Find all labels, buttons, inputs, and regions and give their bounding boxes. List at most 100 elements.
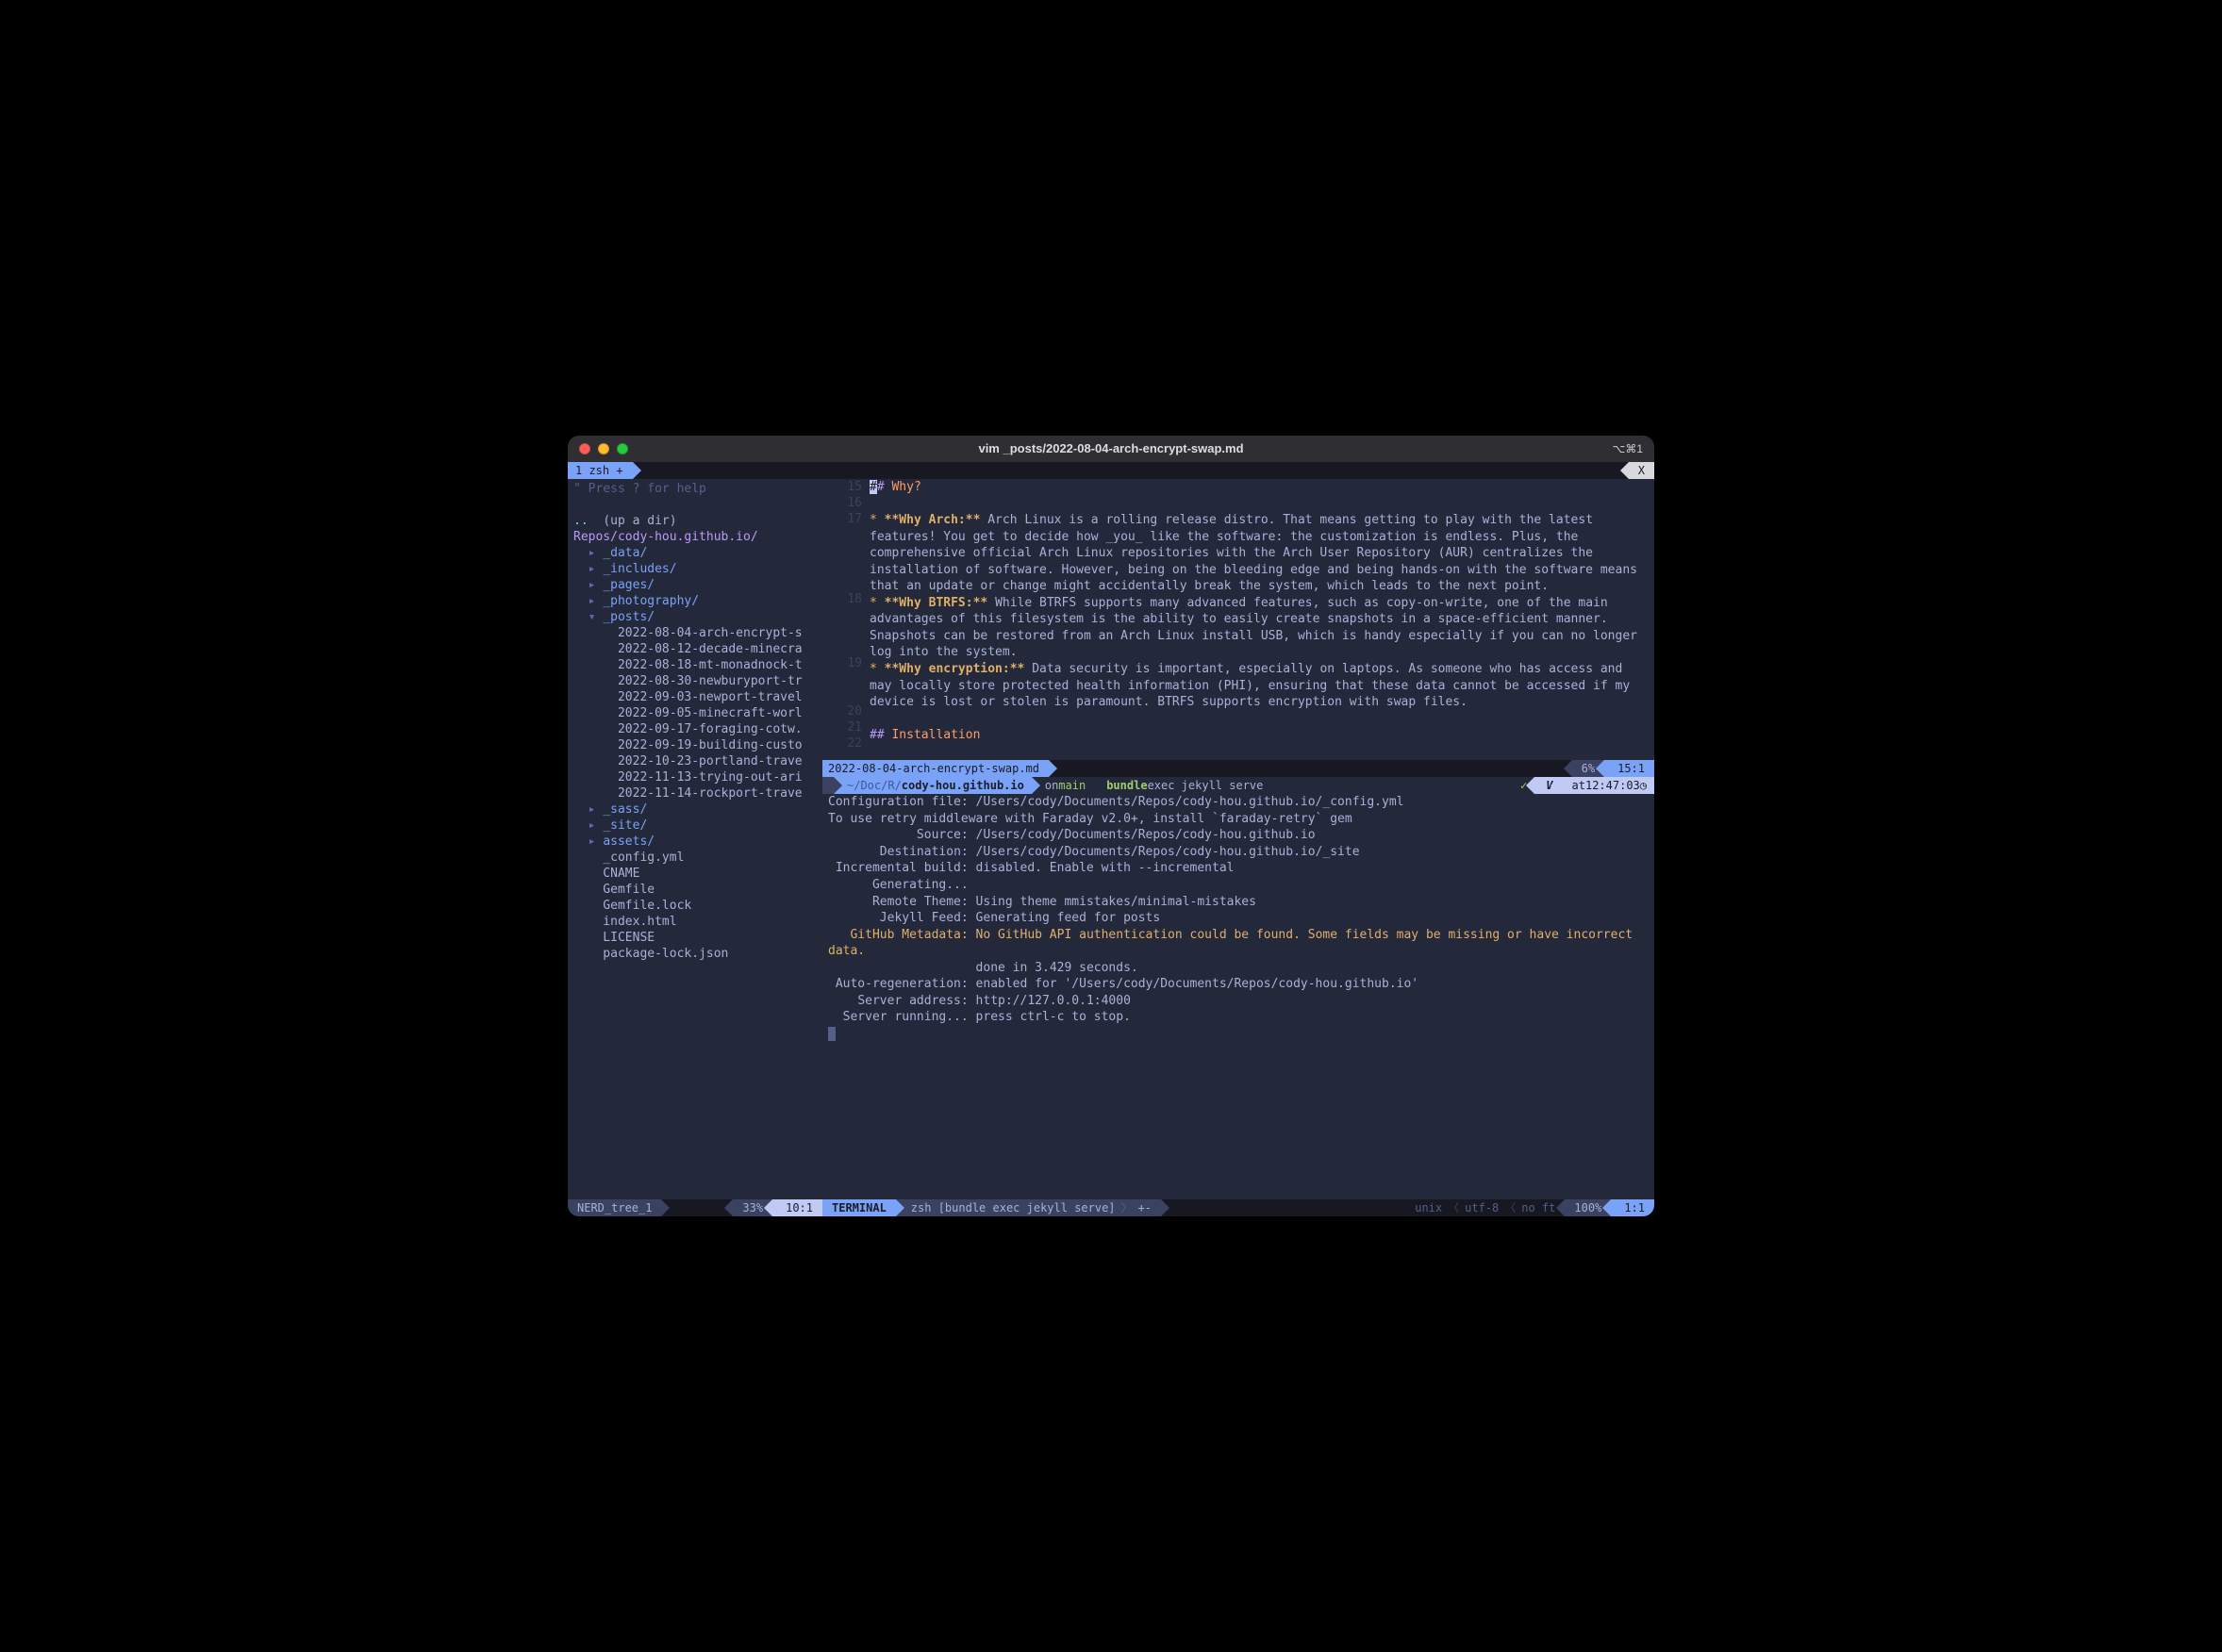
nerdtree-file[interactable]: 2022-11-14-rockport-trave [573, 785, 817, 801]
status-left-pos: 10:1 [772, 1199, 822, 1216]
gutter-wrap [822, 527, 862, 543]
terminal-line: done in 3.429 seconds. [828, 960, 1649, 977]
gutter-wrap [822, 559, 862, 575]
prompt-on: on [1045, 778, 1058, 793]
nerdtree-folder[interactable]: ▸ _pages/ [573, 577, 817, 593]
nerdtree-file[interactable]: _config.yml [573, 850, 817, 866]
nerdtree-file[interactable]: Gemfile [573, 882, 817, 898]
editor-content[interactable]: ## Why? * **Why Arch:** Arch Linux is a … [870, 479, 1654, 760]
code-line[interactable]: * **Why encryption:** Data security is i… [870, 661, 1647, 711]
gutter-wrap [822, 543, 862, 559]
prompt-path: ~/Doc/R/cody-hou.github.io [834, 777, 1032, 794]
nerdtree-file[interactable]: 2022-08-04-arch-encrypt-s [573, 625, 817, 641]
buffer-name: 2022-08-04-arch-encrypt-swap.md [828, 761, 1039, 776]
nerdtree-help: " Press ? for help [573, 481, 817, 497]
terminal-line: Generating... [828, 877, 1649, 894]
terminal-window: vim _posts/2022-08-04-arch-encrypt-swap.… [568, 436, 1654, 1216]
prompt-at: at [1572, 778, 1585, 793]
prompt-path-bold: cody-hou.github.io [902, 778, 1024, 793]
terminal-line: Auto-regeneration: enabled for '/Users/c… [828, 976, 1649, 993]
code-line[interactable]: ## Installation [870, 727, 1647, 744]
terminal-line: Configuration file: /Users/cody/Document… [828, 794, 1649, 811]
gutter-line: 22 [822, 735, 862, 752]
pane-split: " Press ? for help .. (up a dir)Repos/co… [568, 479, 1654, 1199]
gutter-wrap [822, 671, 862, 687]
status-title: zsh [bundle exec jekyll serve]〉+- [896, 1199, 1161, 1216]
gutter-wrap [822, 575, 862, 591]
nerdtree-file[interactable]: 2022-10-23-portland-trave [573, 753, 817, 769]
nerdtree-file[interactable]: index.html [573, 914, 817, 930]
status-right: TERMINAL zsh [bundle exec jekyll serve]〉… [822, 1199, 1654, 1216]
code-line[interactable]: * **Why Arch:** Arch Linux is a rolling … [870, 512, 1647, 595]
code-line[interactable]: * **Why BTRFS:** While BTRFS supports ma… [870, 595, 1647, 661]
right-pane: 151617 18 19 202122 ## Why? * **Why Arch… [822, 479, 1654, 1199]
nerdtree-folder[interactable]: ▸ _data/ [573, 545, 817, 561]
nerdtree-file[interactable]: 2022-11-13-trying-out-ari [573, 769, 817, 785]
tmux-tab-1[interactable]: 1 zsh + [568, 462, 633, 479]
buffer-tab[interactable]: 2022-08-04-arch-encrypt-swap.md [822, 760, 1049, 777]
nerdtree-pane[interactable]: " Press ? for help .. (up a dir)Repos/co… [568, 479, 822, 1199]
status-mod: +- [1138, 1200, 1152, 1215]
gutter-line: 17 [822, 511, 862, 527]
nerdtree-file[interactable]: package-lock.json [573, 946, 817, 962]
nerdtree-file[interactable]: CNAME [573, 866, 817, 882]
nerdtree-root[interactable]: Repos/cody-hou.github.io/ [573, 529, 817, 545]
terminal-line: Source: /Users/cody/Documents/Repos/cody… [828, 827, 1649, 844]
tmux-close-button[interactable]: X [1629, 462, 1654, 479]
statusbars: NERD_tree_1 33% 10:1 TERMINAL zsh [bundl… [568, 1199, 1654, 1216]
prompt-command: bundle exec jekyll serve [1093, 777, 1270, 794]
prompt-branch: on main [1032, 777, 1093, 794]
nerdtree-folder[interactable]: ▸ _sass/ [573, 801, 817, 818]
terminal-line: Destination: /Users/cody/Documents/Repos… [828, 844, 1649, 861]
terminal-pane[interactable]: Configuration file: /Users/cody/Document… [822, 794, 1654, 1199]
nerdtree-file[interactable]: Gemfile.lock [573, 898, 817, 914]
terminal-line: Server address: http://127.0.0.1:4000 [828, 993, 1649, 1010]
gutter-wrap [822, 623, 862, 639]
code-line[interactable] [870, 744, 1647, 761]
gutter-line: 18 [822, 591, 862, 607]
gutter-line: 15 [822, 479, 862, 495]
editor-bufferline: 2022-08-04-arch-encrypt-swap.md 6% 15:1 [822, 760, 1654, 777]
prompt-cmd-rest: exec jekyll serve [1148, 778, 1264, 793]
editor-pane[interactable]: 151617 18 19 202122 ## Why? * **Why Arch… [822, 479, 1654, 777]
prompt-branch-name: main [1058, 778, 1086, 793]
cursor-icon [828, 1027, 836, 1041]
nerdtree-folder[interactable]: ▸ _includes/ [573, 561, 817, 577]
status-fileinfo: unix〈utf-8〈no ft [1161, 1199, 1565, 1216]
nerdtree-up[interactable]: .. (up a dir) [573, 513, 817, 529]
code-line[interactable]: ## Why? [870, 479, 1647, 496]
nerdtree-file[interactable]: 2022-08-12-decade-minecra [573, 641, 817, 657]
status-left: NERD_tree_1 33% 10:1 [568, 1199, 822, 1216]
gutter-line: 21 [822, 719, 862, 735]
prompt-path-dim: ~/Doc/R/ [847, 778, 902, 793]
gutter-line: 19 [822, 655, 862, 671]
code-line[interactable] [870, 496, 1647, 513]
nerdtree-folder-open[interactable]: ▾ _posts/ [573, 609, 817, 625]
status-title-text: zsh [bundle exec jekyll serve] [911, 1200, 1116, 1215]
nerdtree-blank [573, 497, 817, 513]
status-mode: TERMINAL [822, 1199, 896, 1216]
nerdtree-file[interactable]: 2022-08-18-mt-monadnock-t [573, 657, 817, 673]
prompt-time: at 12:47:03 ◷ [1559, 777, 1654, 794]
nerdtree-file[interactable]: 2022-08-30-newburyport-tr [573, 673, 817, 689]
status-enc2: utf-8 [1465, 1200, 1499, 1215]
terminal-line: To use retry middleware with Faraday v2.… [828, 811, 1649, 828]
status-ft: no ft [1521, 1200, 1555, 1215]
terminal-cursor-line [828, 1026, 1649, 1043]
nerdtree-file[interactable]: 2022-09-03-newport-travel [573, 689, 817, 705]
nerdtree-folder[interactable]: ▸ assets/ [573, 834, 817, 850]
nerdtree-file[interactable]: LICENSE [573, 930, 817, 946]
nerdtree-folder[interactable]: ▸ _photography/ [573, 593, 817, 609]
nerdtree-folder[interactable]: ▸ _site/ [573, 818, 817, 834]
status-left-name: NERD_tree_1 [568, 1199, 661, 1216]
nerdtree-file[interactable]: 2022-09-17-foraging-cotw. [573, 721, 817, 737]
nerdtree-file[interactable]: 2022-09-05-minecraft-worl [573, 705, 817, 721]
editor-gutter: 151617 18 19 202122 [822, 479, 870, 760]
prompt-time-value: 12:47:03 [1585, 778, 1640, 793]
terminal-line: GitHub Metadata: No GitHub API authentic… [828, 927, 1649, 960]
nerdtree-file[interactable]: 2022-09-19-building-custo [573, 737, 817, 753]
clock-icon: ◷ [1640, 778, 1647, 793]
terminal-line: Server running... press ctrl-c to stop. [828, 1009, 1649, 1026]
titlebar: vim _posts/2022-08-04-arch-encrypt-swap.… [568, 436, 1654, 462]
code-line[interactable] [870, 711, 1647, 728]
